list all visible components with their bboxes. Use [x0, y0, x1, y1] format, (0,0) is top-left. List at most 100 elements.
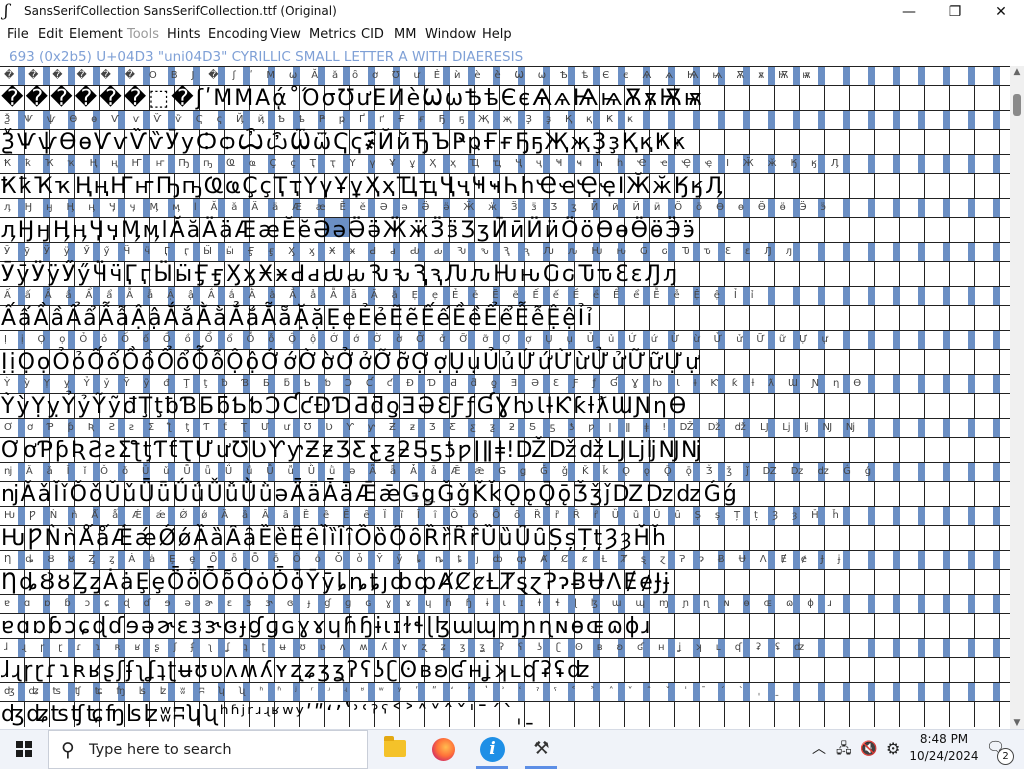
- glyph-cells[interactable]: ỲỳỴỵỶỷỸỹđŢţƀƁƂƃƄƅƆƇƈƉƊƋƌƍƎƏƐƑƒƓƔƕƖƗƘƙƚƛƜ…: [0, 395, 1010, 418]
- title-bar: ʃ SansSerifCollection SansSerifCollectio…: [0, 0, 1024, 24]
- menu-edit[interactable]: Edit: [38, 27, 63, 43]
- glyph-name-labels: ҞҟҠҡҢңҤҥҦҧҨҩҪҫҬҭҮүҰұҲҳҴҵҶҷҸҹҺһҼҽҾҿӀӁӂӃӄӅ: [4, 158, 853, 169]
- grid-glyph-row[interactable]: ƠơƤƥƦƧƨƩƪƫƬƭƮƯưƱƲƳƴƵƶƷƸƹƺƻƼƽƾƿǀǁǂǃǄǅǆǇǈǉ…: [0, 437, 1010, 463]
- grid-glyph-row[interactable]: ǌǍǎǏǐǑǒǓǔǕǖǗǘǙǚǛǜǝǞǟǠǡǢǣǤǥǦǧǨǩǪǫǬǭǮǯǰǱǲǳ…: [0, 481, 1010, 507]
- glyph-name-labels: ɐɑɒɓɔɕɖɗɘəɚɛɜɝɞɟɠɡɢɣɤɥɦɧɨɩɪɫɬɭɮɯɰɱɲɳɴɵɶɷ…: [4, 598, 846, 609]
- menu-hints[interactable]: Hints: [167, 27, 201, 43]
- grid-label-row: ǌǍǎǏǐǑǒǓǔǕǖǗǘǙǚǛǜǝǞǟǠǡǢǣǤǥǦǧǨǩǪǫǬǭǮǯǰǱǲǳ…: [0, 462, 1010, 481]
- glyph-name-labels: ӆӇӈӉӊӋӌӍӎӏӐӑӒӓӔӕӖӗӘәӚӛӜӝӞӟӠӡӢӣӤӥӦӧӨөӪӫӬӭ: [4, 202, 840, 213]
- notifications-count-badge: 2: [997, 748, 1014, 765]
- grid-glyph-row[interactable]: ѮѰѱѲѳѴѵѶѷӮуѺѻѼѽѾѿҀҁ҂҃҄ЙйЂЪҎҏҒғҔҕҖҗҘҙҚқҜҝ: [0, 129, 1010, 155]
- minimize-button[interactable]: —: [886, 0, 932, 24]
- close-button[interactable]: ✕: [978, 0, 1024, 24]
- grid-glyph-row[interactable]: ẤấẦầẨẩẪẫẬậẮắẰằẲẳẴẵẶặẸẹẺẻẼẽẾếỀềỂểỄễỆệỈỉ: [0, 305, 1010, 331]
- glyph-cells[interactable]: ɺɻɼɽɾɿʀʁʂʃʄʅʆʇʈʉʊʋʌʍʎʏʐʑʒʓʔʕʖʗʘʙʚʛʜʝʞʟʠʡ…: [0, 659, 1010, 682]
- firefox-button[interactable]: [419, 730, 467, 769]
- maximize-button[interactable]: ❐: [932, 0, 978, 24]
- menu-element[interactable]: Element: [69, 27, 123, 43]
- gear-icon[interactable]: ⚙: [886, 740, 900, 758]
- grid-label-row: ʤʥʦʧʨʩʪʫʬʭʮʯʰʱʲʳʴʵʶʷʸʹʺʻʼʽʾʿˀˁ˂˃˄˅ˆˇˈˉˊˋ…: [0, 682, 1010, 701]
- glyph-name-labels: ǌǍǎǏǐǑǒǓǔǕǖǗǘǙǚǛǜǝǞǟǠǡǢǣǤǥǦǧǨǩǪǫǬǭǮǯǰǱǲǳ…: [4, 466, 885, 477]
- glyph-name-labels: ẤấẦầẨẩẪẫẬậẮắẰằẲẳẴẵẶặẸẹẺẻẼẽẾếỀềỂểỄễỆệỈỉ: [4, 290, 768, 301]
- grid-label-row: ������OBJ�ʃʹМѡĂăȏơƱưЀѝѐѐ̀ѠѡѢѣЄєѦѧѨѩѪѫѬѭ: [0, 66, 1010, 85]
- menu-encoding[interactable]: Encoding: [208, 27, 268, 43]
- glyph-cells[interactable]: ǌǍǎǏǐǑǒǓǔǕǖǗǘǙǚǛǜǝǞǟǠǡǢǣǤǥǦǧǨǩǪǫǬǭǮǯǰǱǲǳ…: [0, 483, 1010, 506]
- volume-muted-icon[interactable]: 🔇: [860, 740, 877, 758]
- grid-glyph-row[interactable]: ������⬚�ʃʹММАᾴ˚ΌσƱưЕИèѠѡѢѣЄєѦѧѨѩѪѫѬѭ: [0, 85, 1010, 111]
- search-placeholder: Type here to search: [89, 742, 232, 758]
- glyph-cells[interactable]: ǶǷǸǹǺǻǼǽǾǿȀȁȂȃȄȅȆȇȈȉȊȋȌȍȎȏȐȑȒȓȔȕȖȗȘșȚțȜȝ…: [0, 527, 1010, 550]
- glyph-cells[interactable]: ҞҟҠҡҢңҤҥҦҧҨҩҪҫҬҭҮүҰұҲҳҴҵҶҷҸҹҺһҼҽҾҿӀӁӂӃӄӅ: [0, 175, 1010, 198]
- grid-glyph-row[interactable]: ɺɻɼɽɾɿʀʁʂʃʄʅʆʇʈʉʊʋʌʍʎʏʐʑʒʓʔʕʖʗʘʙʚʛʜʝʞʟʠʡ…: [0, 657, 1010, 683]
- grid-label-row: ȠȡȢȣȤȥȦȧȨȩȪȫȬȭȮȯȰȱȲȳȴȵȶȷȸȹȺȻȼȽȾȿɀɁɂɃɄɅɆɇ…: [0, 550, 1010, 569]
- firefox-icon: [432, 738, 455, 761]
- grid-label-row: ҞҟҠҡҢңҤҥҦҧҨҩҪҫҬҭҮүҰұҲҳҴҵҶҷҸҹҺһҼҽҾҿӀӁӂӃӄӅ: [0, 154, 1010, 173]
- glyph-info-text: 693 (0x2b5) U+04D3 "uni04D3" CYRILLIC SM…: [9, 49, 524, 65]
- menu-mm[interactable]: MM: [394, 27, 416, 43]
- taskbar-search-box[interactable]: ⚲ Type here to search: [48, 730, 368, 769]
- scroll-down-arrow-icon[interactable]: ▼: [1010, 717, 1024, 729]
- grid-label-row: ɐɑɒɓɔɕɖɗɘəɚɛɜɝɞɟɠɡɢɣɤɥɦɧɨɩɪɫɬɭɮɯɰɱɲɳɴɵɶɷ…: [0, 594, 1010, 613]
- grid-label-row: ỊịỌọỎỏỐốỒồỔổỖỗỘộỚớỜờỞởỠỡỢợỤụỦủỨứỪừỬửỮữỰự: [0, 330, 1010, 349]
- menu-cid[interactable]: CID: [361, 27, 384, 43]
- grid-label-row: ѮѰѱѲѳѴѵѶѷҀҁҊҋҌҍҎҏҐґҒғҔҕҖҗҘҙҚқҜҝ: [0, 110, 1010, 129]
- grid-glyph-row[interactable]: ӮӯӰӱӲӳӴӵӶӷӸӹӺӻӼӽӾӿԀԁԂԃԄԅԆԇԈԉԊԋԌԍԎԏԐԑԒԓ: [0, 261, 1010, 287]
- grid-glyph-row[interactable]: ӆӇӈӉӊӋӌӍӎӏӐӑӒӓӔӕӖӗӘәӚӛӜӝӞӟӠӡӢӣӤӥӦӧӨөӪӫӬӭ: [0, 217, 1010, 243]
- scroll-up-arrow-icon[interactable]: ▲: [1010, 66, 1024, 78]
- fontforge-icon: ⚒: [533, 738, 550, 759]
- scroll-thumb[interactable]: [1013, 94, 1021, 116]
- grid-label-row: ẤấẦầẨẩẪẫẬậẮắẰằẲẳẴẵẶặẸẹẺẻẼẽẾếỀềỂểỄễỆệỈỉ: [0, 286, 1010, 305]
- info-app-button[interactable]: i: [468, 730, 516, 769]
- info-icon: i: [480, 737, 505, 762]
- menu-tools[interactable]: Tools: [127, 27, 159, 43]
- glyph-name-labels: ȠȡȢȣȤȥȦȧȨȩȪȫȬȭȮȯȰȱȲȳȴȵȶȷȸȹȺȻȼȽȾȿɀɁɂɃɄɅɆɇ…: [4, 554, 855, 565]
- glyph-name-labels: ỊịỌọỎỏỐốỒồỔổỖỗỘộỚớỜờỞởỠỡỢợỤụỦủỨứỪừỬửỮữỰự: [4, 334, 842, 345]
- menu-help[interactable]: Help: [482, 27, 512, 43]
- file-explorer-button[interactable]: [370, 730, 418, 769]
- glyph-cells[interactable]: ȠȡȢȣȤȥȦȧȨȩȪȫȬȭȮȯȰȱȲȳȴȵȶȷȸȹȺȻȼȽȾȿɀɁɂɃɄɅɆɇ…: [0, 571, 1010, 594]
- grid-glyph-row[interactable]: ǶǷǸǹǺǻǼǽǾǿȀȁȂȃȄȅȆȇȈȉȊȋȌȍȎȏȐȑȒȓȔȕȖȗȘșȚțȜȝ…: [0, 525, 1010, 551]
- grid-glyph-row[interactable]: ҞҟҠҡҢңҤҥҦҧҨҩҪҫҬҭҮүҰұҲҳҴҵҶҷҸҹҺһҼҽҾҿӀӁӂӃӄӅ: [0, 173, 1010, 199]
- windows-logo-icon: [16, 741, 32, 757]
- glyph-cells[interactable]: ƠơƤƥƦƧƨƩƪƫƬƭƮƯưƱƲƳƴƵƶƷƸƹƺƻƼƽƾƿǀǁǂǃǄǅǆǇǈǉ…: [0, 439, 1010, 462]
- clock-date[interactable]: 10/24/2024: [908, 749, 980, 763]
- grid-glyph-row[interactable]: ɐɑɒɓɔɕɖɗɘəɚɛɜɝɞɟɠɡɢɣɤɥɦɧɨɩɪɫɬɭɮɯɰɱɲɳɴɵɶɷ…: [0, 613, 1010, 639]
- glyph-cells[interactable]: ӮӯӰӱӲӳӴӵӶӷӸӹӺӻӼӽӾӿԀԁԂԃԄԅԆԇԈԉԊԋԌԍԎԏԐԑԒԓ: [0, 263, 1010, 286]
- grid-glyph-row[interactable]: ʤʥʦʧʨʩʪʫʬʭʮʯʰʱʲʳʴʵʶʷʸʹʺʻʼʽʾʿˀˁ˂˃˄˅ˆˇˈˉˊˋ…: [0, 701, 1010, 727]
- glyph-info-bar: 693 (0x2b5) U+04D3 "uni04D3" CYRILLIC SM…: [0, 46, 1010, 66]
- start-button[interactable]: [0, 730, 48, 769]
- glyph-cells[interactable]: ѮѰѱѲѳѴѵѶѷӮуѺѻѼѽѾѿҀҁ҂҃҄ЙйЂЪҎҏҒғҔҕҖҗҘҙҚқҜҝ: [0, 131, 1010, 154]
- network-icon[interactable]: 🖧: [836, 740, 852, 758]
- grid-glyph-row[interactable]: ỊịỌọỎỏỐốỒồỔổỖỗỘộỚớỜờỞởỠỡỢợỤụỦủỨứỪừỬửỮữỰự: [0, 349, 1010, 375]
- glyph-cells[interactable]: ỊịỌọỎỏỐốỒồỔổỖỗỘộỚớỜờỞởỠỡỢợỤụỦủỨứỪừỬửỮữỰự: [0, 351, 1010, 374]
- glyph-name-labels: ɺɻɼɽɾɿʀʁʂʃʄʅʆʇʈʉʊʋʌʍʎʏʐʑʒʓʔʕʖʗʘʙʚʛʜʝʞʟʠʡ…: [4, 642, 818, 653]
- grid-glyph-row[interactable]: ȠȡȢȣȤȥȦȧȨȩȪȫȬȭȮȯȰȱȲȳȴȵȶȷȸȹȺȻȼȽȾȿɀɁɂɃɄɅɆɇ…: [0, 569, 1010, 595]
- menu-window[interactable]: Window: [425, 27, 476, 43]
- menu-bar: File Edit Element Tools Hints Encoding V…: [0, 24, 1024, 46]
- menu-metrics[interactable]: Metrics: [309, 27, 356, 43]
- fontforge-taskbar-button[interactable]: ⚒: [517, 730, 565, 769]
- vertical-scrollbar[interactable]: ▲ ▼: [1010, 66, 1024, 729]
- tray-chevron-up-icon[interactable]: ︿: [812, 740, 826, 758]
- glyph-cells[interactable]: ӆӇӈӉӊӋӌӍӎӏӐӑӒӓӔӕӖӗӘәӚӛӜӝӞӟӠӡӢӣӤӥӦӧӨөӪӫӬӭ: [0, 219, 1010, 242]
- glyph-name-labels: ʤʥʦʧʨʩʪʫʬʭʮʯʰʱʲʳʴʵʶʷʸʹʺʻʼʽʾʿˀˁ˂˃˄˅ˆˇˈˉˊˋ…: [4, 686, 794, 697]
- glyph-grid[interactable]: ������OBJ�ʃʹМѡĂăȏơƱưЀѝѐѐ̀ѠѡѢѣЄєѦѧѨѩѪѫѬѭ …: [0, 66, 1010, 729]
- search-icon: ⚲: [61, 739, 75, 761]
- grid-label-row: ỲỳỴỵỶỷỸỹđŢţƀƁƂƃƄƅƆƇƈƉƊƋƌƍƎƏƐƑƒƓƔƕƖƗƘƙƚƛƜ…: [0, 374, 1010, 393]
- grid-label-row: ӮӯӰӱӲӳӴӵӶӷӸӹӺӻӼӽӾӿԀԁԂԃԄԅԆԇԈԉԊԋԌԍԎԏԐԑԒԓ: [0, 242, 1010, 261]
- window-title: SansSerifCollection SansSerifCollection.…: [24, 4, 337, 18]
- glyph-name-labels: ѮѰѱѲѳѴѵѶѷҀҁҊҋҌҍҎҏҐґҒғҔҕҖҗҘҙҚқҜҝ: [4, 114, 647, 125]
- taskbar: ⚲ Type here to search i ⚒ ︿ 🖧 🔇 ⚙ 8:48 P…: [0, 729, 1024, 769]
- glyph-cells[interactable]: ẤấẦầẨẩẪẫẬậẮắẰằẲẳẴẵẶặẸẹẺẻẼẽẾếỀềỂểỄễỆệỈỉ: [0, 307, 1010, 330]
- glyph-cells[interactable]: ʤʥʦʧʨʩʪʫʬʭʮʯʰʱʲʳʴʵʶʷʸʹʺʻʼʽʾʿˀˁ˂˃˄˅ˆˇˈˉˊˋ…: [0, 703, 1010, 726]
- glyph-cells[interactable]: ɐɑɒɓɔɕɖɗɘəɚɛɜɝɞɟɠɡɢɣɤɥɦɧɨɩɪɫɬɭɮɯɰɱɲɳɴɵɶɷ…: [0, 615, 1010, 638]
- menu-file[interactable]: File: [7, 27, 29, 43]
- clock-time[interactable]: 8:48 PM: [908, 732, 980, 746]
- glyph-name-labels: ƠơƤƥƦƧƨƩƪƫƬƭƮƯưƱƲƳƴƵƶƷƸƹƺƻƼƽƾƿǀǁǂǃǄǅǆǇǈǉ…: [4, 422, 869, 433]
- menu-view[interactable]: View: [270, 27, 301, 43]
- grid-glyph-row[interactable]: ỲỳỴỵỶỷỸỹđŢţƀƁƂƃƄƅƆƇƈƉƊƋƌƍƎƏƐƑƒƓƔƕƖƗƘƙƚƛƜ…: [0, 393, 1010, 419]
- grid-label-row: ƠơƤƥƦƧƨƩƪƫƬƭƮƯưƱƲƳƴƵƶƷƸƹƺƻƼƽƾƿǀǁǂǃǄǅǆǇǈǉ…: [0, 418, 1010, 437]
- glyph-name-labels: ỲỳỴỵỶỷỸỹđŢţƀƁƂƃƄƅƆƇƈƉƊƋƌƍƎƏƐƑƒƓƔƕƖƗƘƙƚƛƜ…: [4, 378, 875, 389]
- glyph-cells[interactable]: ������⬚�ʃʹММАᾴ˚ΌσƱưЕИèѠѡѢѣЄєѦѧѨѩѪѫѬѭ: [0, 87, 1010, 110]
- glyph-name-labels: ӮӯӰӱӲӳӴӵӶӷӸӹӺӻӼӽӾӿԀԁԂԃԄԅԆԇԈԉԊԋԌԍԎԏԐԑԒԓ: [4, 246, 806, 257]
